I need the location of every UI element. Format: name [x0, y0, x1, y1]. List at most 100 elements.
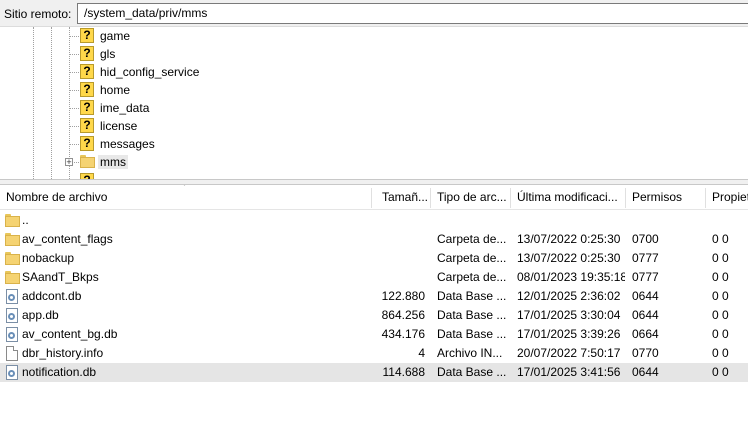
column-header-modified[interactable]: Última modificaci...: [511, 186, 625, 209]
tree-branch: [70, 90, 79, 91]
file-row-parent[interactable]: ..: [0, 211, 748, 230]
file-permissions: 0644: [632, 365, 659, 379]
file-name: ..: [22, 213, 29, 227]
file-name: notification.db: [22, 365, 97, 379]
folder-icon: [5, 214, 20, 227]
tree-item-label: messages: [100, 137, 155, 151]
file-row-selected[interactable]: notification.db 114.688 Data Base ... 17…: [0, 363, 748, 382]
file-modified: 17/01/2025 3:39:26: [517, 327, 621, 341]
file-owner: 0 0: [712, 346, 729, 360]
file-permissions: 0770: [632, 346, 659, 360]
file-modified: 13/07/2022 0:25:30: [517, 251, 621, 265]
unknown-folder-icon: ?: [80, 82, 94, 97]
file-permissions: 0777: [632, 251, 659, 265]
file-owner: 0 0: [712, 327, 729, 341]
tree-item-label: gls: [100, 47, 116, 61]
file-permissions: 0664: [632, 327, 659, 341]
column-header-permissions[interactable]: Permisos: [626, 186, 705, 209]
file-permissions: 0644: [632, 289, 659, 303]
file-modified: 13/07/2022 0:25:30: [517, 232, 621, 246]
database-file-icon: [6, 327, 18, 342]
remote-site-bar: Sitio remoto: /system_data/priv/mms: [0, 0, 748, 27]
tree-item-label: game: [100, 29, 131, 43]
file-row[interactable]: app.db 864.256 Data Base ... 17/01/2025 …: [0, 306, 748, 325]
column-divider[interactable]: [371, 188, 372, 208]
file-permissions: 0777: [632, 270, 659, 284]
file-permissions: 0644: [632, 308, 659, 322]
file-type: Data Base ...: [437, 365, 507, 379]
file-name: SAandT_Bkps: [22, 270, 99, 284]
database-file-icon: [6, 365, 18, 380]
tree-branch: [74, 162, 79, 163]
remote-path-input[interactable]: /system_data/priv/mms: [77, 3, 748, 24]
document-file-icon: [6, 346, 18, 361]
file-owner: 0 0: [712, 289, 729, 303]
file-permissions: 0700: [632, 232, 659, 246]
file-type: Carpeta de...: [437, 270, 507, 284]
file-name: av_content_flags: [22, 232, 113, 246]
folder-icon: [5, 252, 20, 265]
file-modified: 08/01/2023 19:35:18: [517, 270, 625, 284]
tree-branch: [70, 144, 79, 145]
file-modified: 17/01/2025 3:30:04: [517, 308, 621, 322]
file-name: app.db: [22, 308, 59, 322]
file-owner: 0 0: [712, 365, 729, 379]
remote-site-label: Sitio remoto:: [4, 7, 72, 21]
file-row[interactable]: SAandT_Bkps Carpeta de... 08/01/2023 19:…: [0, 268, 748, 287]
file-name: dbr_history.info: [22, 346, 104, 360]
file-modified: 20/07/2022 7:50:17: [517, 346, 621, 360]
unknown-folder-icon: ?: [80, 64, 94, 79]
file-row[interactable]: av_content_bg.db 434.176 Data Base ... 1…: [0, 325, 748, 344]
file-name: av_content_bg.db: [22, 327, 118, 341]
tree-item-label: license: [100, 119, 138, 133]
database-file-icon: [6, 308, 18, 323]
tree-branch: [70, 72, 79, 73]
column-header-type[interactable]: Tipo de arc...: [431, 186, 510, 209]
column-header-owner[interactable]: Propiet: [706, 186, 748, 209]
file-size: 434.176: [381, 327, 425, 341]
file-modified: 17/01/2025 3:41:56: [517, 365, 621, 379]
unknown-folder-icon: ?: [80, 100, 94, 115]
file-type: Archivo IN...: [437, 346, 503, 360]
file-owner: 0 0: [712, 308, 729, 322]
file-type: Data Base ...: [437, 308, 507, 322]
tree-branch: [70, 54, 79, 55]
file-row[interactable]: dbr_history.info 4 Archivo IN... 20/07/2…: [0, 344, 748, 363]
expand-toggle-icon[interactable]: +: [65, 158, 73, 167]
unknown-folder-icon: ?: [80, 118, 94, 133]
tree-guide-line: [33, 27, 34, 179]
database-file-icon: [6, 289, 18, 304]
folder-icon: [5, 233, 20, 246]
tree-branch: [70, 126, 79, 127]
file-type: Data Base ...: [437, 289, 507, 303]
file-owner: 0 0: [712, 251, 729, 265]
unknown-folder-icon: ?: [80, 28, 94, 43]
file-size: 122.880: [381, 289, 425, 303]
file-size: 4: [418, 346, 425, 360]
file-owner: 0 0: [712, 232, 729, 246]
tree-guide-line: [51, 27, 52, 179]
unknown-folder-icon: ?: [80, 136, 94, 151]
file-name: addcont.db: [22, 289, 82, 303]
file-row[interactable]: addcont.db 122.880 Data Base ... 12/01/2…: [0, 287, 748, 306]
file-size: 864.256: [381, 308, 425, 322]
remote-directory-tree: ? game ? gls ? hid_config_service ? home…: [0, 27, 748, 179]
file-owner: 0 0: [712, 270, 729, 284]
folder-icon: [80, 155, 95, 168]
file-type: Carpeta de...: [437, 232, 507, 246]
column-header-name[interactable]: Nombre de archivo: [0, 186, 371, 209]
file-row[interactable]: nobackup Carpeta de... 13/07/2022 0:25:3…: [0, 249, 748, 268]
tree-item-label: hid_config_service: [100, 65, 200, 79]
tree-item-label: ime_data: [100, 101, 150, 115]
file-type: Data Base ...: [437, 327, 507, 341]
file-row[interactable]: av_content_flags Carpeta de... 13/07/202…: [0, 230, 748, 249]
column-header-size[interactable]: Tamañ...: [376, 186, 430, 209]
tree-item-label: mms: [98, 155, 128, 169]
file-name: nobackup: [22, 251, 75, 265]
file-type: Carpeta de...: [437, 251, 507, 265]
pane-splitter[interactable]: [0, 179, 748, 185]
file-modified: 12/01/2025 2:36:02: [517, 289, 621, 303]
tree-item-label: home: [100, 83, 131, 97]
tree-branch: [70, 36, 79, 37]
file-list: .. av_content_flags Carpeta de... 13/07/…: [0, 211, 748, 382]
